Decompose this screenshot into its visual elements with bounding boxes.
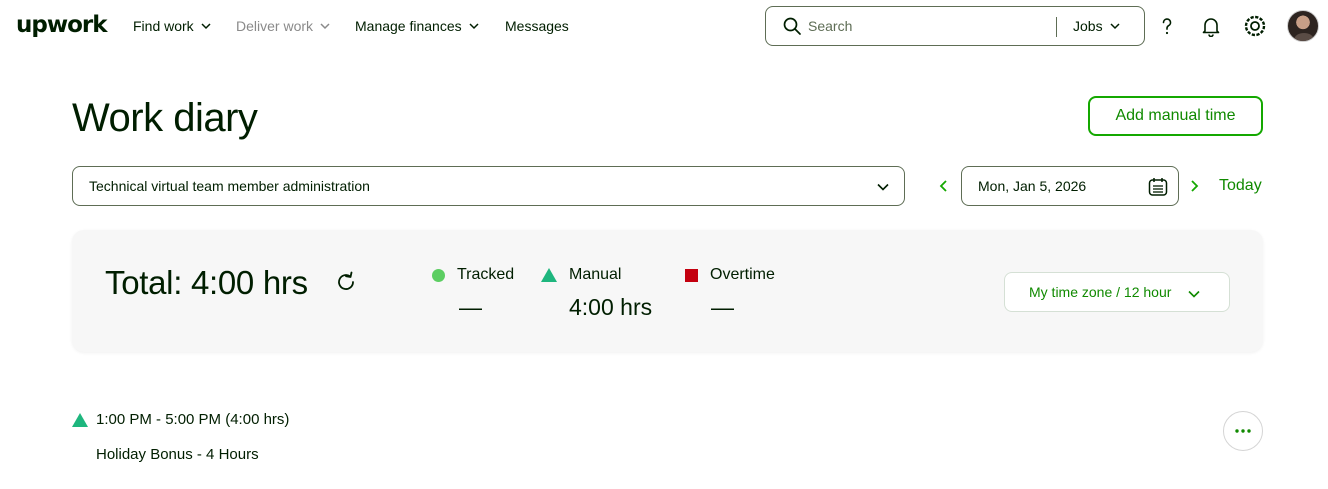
top-navigation: upwork Find work Deliver work Manage fin… (0, 0, 1328, 54)
date-picker[interactable]: Mon, Jan 5, 2026 (961, 166, 1179, 206)
entry-description: Holiday Bonus - 4 Hours (96, 446, 259, 463)
refresh-icon[interactable] (334, 270, 358, 294)
chevron-down-icon (320, 23, 330, 30)
add-manual-time-button[interactable]: Add manual time (1088, 96, 1263, 136)
page-title: Work diary (72, 96, 258, 140)
today-link[interactable]: Today (1219, 177, 1262, 195)
nav-find-work-label: Find work (133, 18, 194, 34)
next-day-button[interactable] (1186, 176, 1202, 196)
entry-more-options-button[interactable] (1223, 411, 1263, 451)
chevron-down-icon (469, 23, 479, 30)
entry-time-range: 1:00 PM - 5:00 PM (4:00 hrs) (72, 411, 289, 428)
date-picker-value: Mon, Jan 5, 2026 (978, 178, 1087, 194)
chevron-left-icon (939, 180, 947, 192)
help-icon[interactable] (1154, 13, 1180, 39)
nav-messages[interactable]: Messages (505, 18, 569, 34)
upwork-logo[interactable]: upwork (16, 12, 108, 38)
total-hours: Total: 4:00 hrs (105, 264, 308, 301)
avatar[interactable] (1287, 10, 1319, 42)
entry-time-label: 1:00 PM - 5:00 PM (4:00 hrs) (96, 411, 290, 428)
chevron-down-icon (201, 23, 211, 30)
nav-manage-finances-label: Manage finances (355, 18, 462, 34)
contract-select[interactable]: Technical virtual team member administra… (72, 166, 905, 206)
nav-messages-label: Messages (505, 18, 569, 34)
nav-find-work[interactable]: Find work (133, 18, 212, 34)
settings-icon[interactable] (1242, 13, 1268, 39)
overtime-square-icon (685, 268, 698, 282)
search-bar: Jobs (765, 6, 1145, 46)
tracked-legend: Tracked (432, 266, 514, 284)
tracked-value: — (459, 294, 482, 320)
manual-legend: Manual (541, 266, 621, 284)
manual-value: 4:00 hrs (569, 294, 653, 320)
overtime-legend: Overtime (685, 266, 775, 284)
manual-triangle-icon (541, 268, 557, 282)
nav-deliver-work-label: Deliver work (236, 18, 314, 34)
chevron-right-icon (1191, 180, 1199, 192)
search-scope-label: Jobs (1073, 18, 1103, 34)
tracked-label: Tracked (457, 266, 515, 283)
timezone-dropdown[interactable]: My time zone / 12 hour (1004, 272, 1230, 312)
tracked-dot-icon (432, 268, 445, 282)
bell-icon[interactable] (1198, 13, 1224, 39)
manual-label: Manual (569, 266, 622, 283)
overtime-label: Overtime (710, 266, 775, 283)
manual-triangle-icon (72, 412, 88, 427)
previous-day-button[interactable] (936, 176, 952, 196)
nav-deliver-work[interactable]: Deliver work (236, 18, 331, 34)
search-input[interactable] (808, 18, 1048, 34)
more-horizontal-icon (1235, 429, 1251, 433)
nav-manage-finances[interactable]: Manage finances (355, 18, 480, 34)
search-icon (783, 17, 801, 35)
calendar-icon (1148, 178, 1168, 196)
overtime-value: — (711, 294, 734, 320)
search-scope-dropdown[interactable]: Jobs (1073, 18, 1121, 34)
contract-select-value: Technical virtual team member administra… (89, 178, 370, 194)
timezone-label: My time zone / 12 hour (1029, 284, 1172, 300)
search-divider (1056, 17, 1057, 37)
chevron-down-icon (1110, 23, 1120, 30)
chevron-down-icon (877, 183, 889, 191)
chevron-down-icon (1188, 290, 1200, 298)
summary-card: Total: 4:00 hrs Tracked — Manual 4:00 hr… (72, 230, 1263, 352)
